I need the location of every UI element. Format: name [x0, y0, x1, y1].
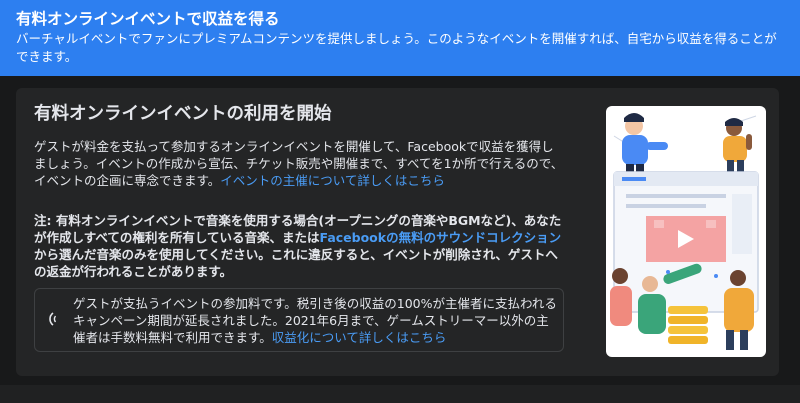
bottom-band: [0, 385, 800, 403]
fee-notice-box: ゲストが支払うイベントの参加料です。税引き後の収益の100%が主催者に支払われる…: [34, 288, 564, 352]
getting-started-card: 有料オンラインイベントの利用を開始 ゲストが料金を支払って参加するオンラインイベ…: [16, 88, 779, 376]
banner-title: 有料オンラインイベントで収益を得る: [16, 10, 280, 28]
banner-description: バーチャルイベントでファンにプレミアムコンテンツを提供しましょう。このようなイベ…: [16, 31, 777, 64]
intro-paragraph: ゲストが料金を支払って参加するオンラインイベントを開催して、Facebookで収…: [34, 138, 564, 189]
hosting-info-link[interactable]: イベントの主催について詳しくはこちら: [220, 173, 445, 188]
music-note-paragraph: 注: 有料オンラインイベントで音楽を使用する場合(オープニングの音楽やBGMなど…: [34, 212, 564, 280]
sound-collection-link[interactable]: Facebookの無料のサウンドコレクション: [320, 230, 562, 245]
illustration-art: [610, 113, 759, 350]
megaphone-icon: [49, 312, 57, 326]
header-banner: 有料オンラインイベントで収益を得る バーチャルイベントでファンにプレミアムコンテ…: [0, 0, 800, 76]
monetization-info-link[interactable]: 収益化について詳しくはこちら: [272, 330, 447, 345]
card-title: 有料オンラインイベントの利用を開始: [34, 104, 332, 124]
notice-paragraph: ゲストが支払うイベントの参加料です。税引き後の収益の100%が主催者に支払われる…: [73, 295, 559, 346]
music-note-text-after: から選んだ音楽のみを使用してください。これに違反すると、イベントが削除され、ゲス…: [34, 247, 558, 279]
online-event-illustration: [606, 106, 766, 357]
